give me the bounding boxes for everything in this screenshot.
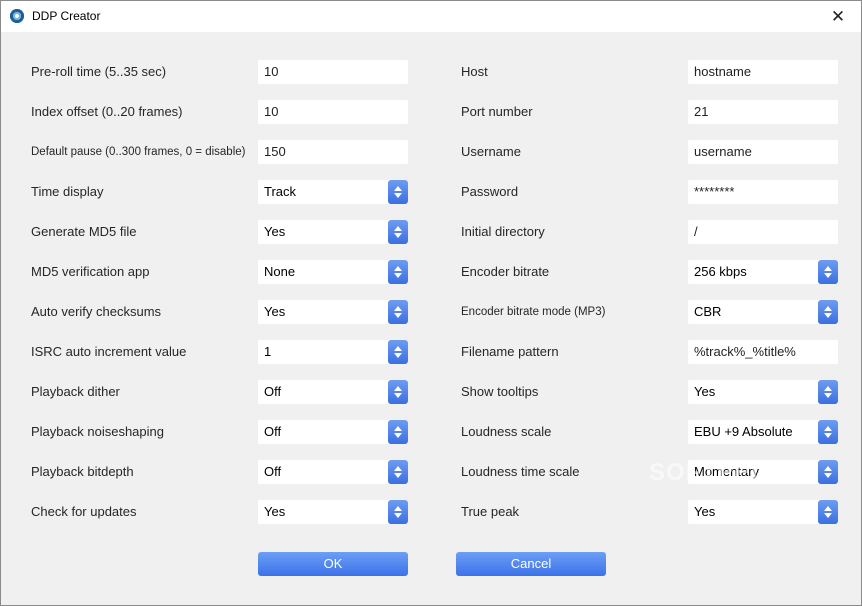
auto-verify-checksums-label: Auto verify checksums [31,304,162,319]
encoder-bitrate-label: Encoder bitrate [461,264,550,279]
pre-roll-time-5-35-sec-input[interactable]: 10 [258,60,408,84]
index-offset-0-20-frames-label: Index offset (0..20 frames) [31,104,183,119]
filename-pattern-input[interactable]: %track%_%title% [688,340,838,364]
generate-md5-file-label: Generate MD5 file [31,224,137,239]
md5-verification-app-select[interactable]: None [258,260,408,284]
show-tooltips-label: Show tooltips [461,384,539,399]
index-offset-0-20-frames-input[interactable]: 10 [258,100,408,124]
playback-noiseshaping-select[interactable]: Off [258,420,408,444]
app-logo-icon [10,9,24,23]
initial-directory-input[interactable]: / [688,220,838,244]
show-tooltips-select[interactable]: Yes [688,380,838,404]
isrc-auto-increment-value-selected-value: 1 [264,344,272,359]
updown-arrows-icon[interactable] [818,420,838,444]
isrc-auto-increment-value-label: ISRC auto increment value [31,344,187,359]
playback-bitdepth-label: Playback bitdepth [31,464,134,479]
default-pause-0-300-frames-0-disable-input[interactable]: 150 [258,140,408,164]
updown-arrows-icon[interactable] [388,300,408,324]
true-peak-selected-value: Yes [694,504,716,519]
encoder-bitrate-mode-mp3-select[interactable]: CBR [688,300,838,324]
port-number-label: Port number [461,104,533,119]
encoder-bitrate-mode-mp3-label: Encoder bitrate mode (MP3) [461,306,606,318]
show-tooltips-selected-value: Yes [694,384,716,399]
window-title: DDP Creator [32,9,101,23]
password-input[interactable]: ******** [688,180,838,204]
filename-pattern-label: Filename pattern [461,344,559,359]
initial-directory-label: Initial directory [461,224,545,239]
auto-verify-checksums-select[interactable]: Yes [258,300,408,324]
loudness-time-scale-select[interactable]: Momentary [688,460,838,484]
updown-arrows-icon[interactable] [388,260,408,284]
encoder-bitrate-select[interactable]: 256 kbps [688,260,838,284]
updown-arrows-icon[interactable] [388,180,408,204]
true-peak-select[interactable]: Yes [688,500,838,524]
generate-md5-file-selected-value: Yes [264,224,286,239]
updown-arrows-icon[interactable] [388,340,408,364]
updown-arrows-icon[interactable] [388,220,408,244]
password-label: Password [461,184,519,199]
encoder-bitrate-mode-mp3-selected-value: CBR [694,304,722,319]
cancel-button[interactable]: Cancel [456,552,606,576]
encoder-bitrate-selected-value: 256 kbps [694,264,747,279]
updown-arrows-icon[interactable] [818,500,838,524]
auto-verify-checksums-selected-value: Yes [264,304,286,319]
updown-arrows-icon[interactable] [388,380,408,404]
title-bar: DDP Creator ✕ [1,1,861,32]
host-input[interactable]: hostname [688,60,838,84]
host-label: Host [461,64,488,79]
time-display-label: Time display [31,184,104,199]
updown-arrows-icon[interactable] [818,260,838,284]
default-pause-0-300-frames-0-disable-label: Default pause (0..300 frames, 0 = disabl… [31,146,246,158]
playback-noiseshaping-selected-value: Off [264,424,282,439]
md5-verification-app-selected-value: None [264,264,296,279]
playback-dither-label: Playback dither [31,384,120,399]
md5-verification-app-label: MD5 verification app [31,264,150,279]
playback-dither-select[interactable]: Off [258,380,408,404]
username-label: Username [461,144,521,159]
check-for-updates-label: Check for updates [31,504,137,519]
isrc-auto-increment-value-select[interactable]: 1 [258,340,408,364]
loudness-time-scale-label: Loudness time scale [461,464,580,479]
loudness-scale-select[interactable]: EBU +9 Absolute [688,420,838,444]
true-peak-label: True peak [461,504,520,519]
port-number-input[interactable]: 21 [688,100,838,124]
loudness-scale-label: Loudness scale [461,424,552,439]
close-icon[interactable]: ✕ [815,1,861,32]
playback-bitdepth-select[interactable]: Off [258,460,408,484]
playback-bitdepth-selected-value: Off [264,464,282,479]
updown-arrows-icon[interactable] [818,300,838,324]
updown-arrows-icon[interactable] [388,420,408,444]
ddp-creator-window: DDP Creator ✕ Pre-roll time (5..35 sec) 1… [0,0,862,606]
check-for-updates-selected-value: Yes [264,504,286,519]
ok-button[interactable]: OK [258,552,408,576]
updown-arrows-icon[interactable] [388,500,408,524]
playback-noiseshaping-label: Playback noiseshaping [31,424,164,439]
pre-roll-time-5-35-sec-label: Pre-roll time (5..35 sec) [31,64,167,79]
loudness-scale-selected-value: EBU +9 Absolute [694,424,793,439]
generate-md5-file-select[interactable]: Yes [258,220,408,244]
playback-dither-selected-value: Off [264,384,282,399]
time-display-select[interactable]: Track [258,180,408,204]
loudness-time-scale-selected-value: Momentary [694,464,760,479]
username-input[interactable]: username [688,140,838,164]
updown-arrows-icon[interactable] [818,460,838,484]
updown-arrows-icon[interactable] [388,460,408,484]
check-for-updates-select[interactable]: Yes [258,500,408,524]
updown-arrows-icon[interactable] [818,380,838,404]
time-display-selected-value: Track [264,184,297,199]
